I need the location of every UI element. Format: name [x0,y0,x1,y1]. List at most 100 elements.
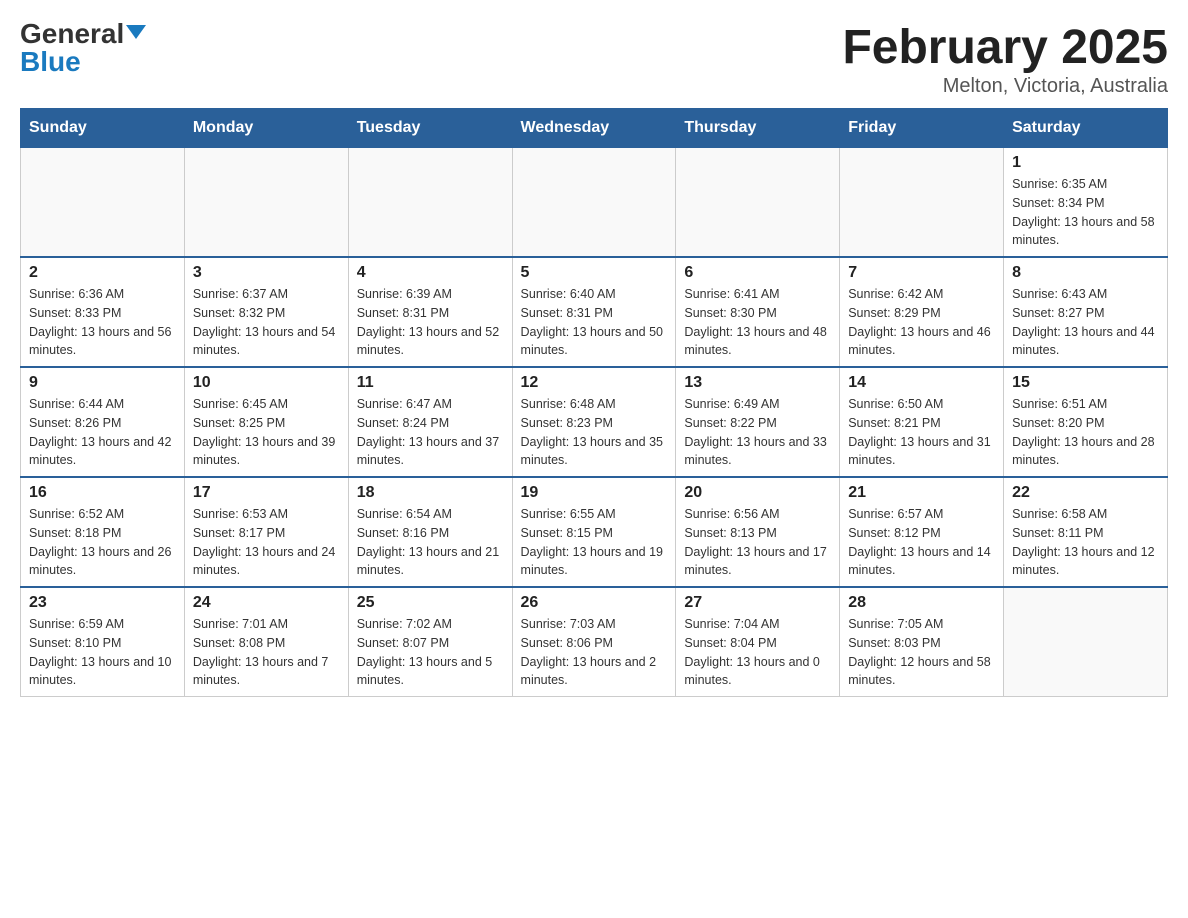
calendar-cell: 22 Sunrise: 6:58 AM Sunset: 8:11 PM Dayli… [1004,477,1168,587]
calendar-cell: 7 Sunrise: 6:42 AM Sunset: 8:29 PM Daylig… [840,257,1004,367]
day-number: 26 [521,594,668,612]
day-info: Sunrise: 6:49 AM Sunset: 8:22 PM Dayligh… [684,395,831,470]
day-number: 19 [521,484,668,502]
calendar-cell [840,148,1004,258]
day-number: 6 [684,264,831,282]
calendar-cell: 8 Sunrise: 6:43 AM Sunset: 8:27 PM Daylig… [1004,257,1168,367]
day-info: Sunrise: 6:52 AM Sunset: 8:18 PM Dayligh… [29,505,176,580]
calendar-cell: 9 Sunrise: 6:44 AM Sunset: 8:26 PM Daylig… [21,367,185,477]
day-info: Sunrise: 6:42 AM Sunset: 8:29 PM Dayligh… [848,285,995,360]
calendar-cell: 13 Sunrise: 6:49 AM Sunset: 8:22 PM Dayli… [676,367,840,477]
weekday-header-friday: Friday [840,109,1004,148]
day-info: Sunrise: 7:05 AM Sunset: 8:03 PM Dayligh… [848,615,995,690]
weekday-header-thursday: Thursday [676,109,840,148]
calendar-cell [512,148,676,258]
calendar-cell: 2 Sunrise: 6:36 AM Sunset: 8:33 PM Daylig… [21,257,185,367]
day-number: 12 [521,374,668,392]
day-info: Sunrise: 6:50 AM Sunset: 8:21 PM Dayligh… [848,395,995,470]
calendar-cell: 4Sunrise: 6:39 AM Sunset: 8:31 PM Daylig… [348,257,512,367]
calendar-cell: 26 Sunrise: 7:03 AM Sunset: 8:06 PM Dayli… [512,587,676,697]
calendar-cell: 19 Sunrise: 6:55 AM Sunset: 8:15 PM Dayli… [512,477,676,587]
day-info: Sunrise: 7:02 AM Sunset: 8:07 PM Dayligh… [357,615,504,690]
day-number: 18 [357,484,504,502]
day-number: 13 [684,374,831,392]
day-info: Sunrise: 6:35 AM Sunset: 8:34 PM Dayligh… [1012,175,1159,250]
logo-text: General [20,20,146,48]
day-number: 17 [193,484,340,502]
day-info: Sunrise: 6:40 AM Sunset: 8:31 PM Dayligh… [521,285,668,360]
day-number: 10 [193,374,340,392]
day-number: 22 [1012,484,1159,502]
day-number: 9 [29,374,176,392]
logo-general: General [20,18,124,49]
location: Melton, Victoria, Australia [842,75,1168,98]
calendar-cell: 15 Sunrise: 6:51 AM Sunset: 8:20 PM Dayli… [1004,367,1168,477]
day-info: Sunrise: 6:44 AM Sunset: 8:26 PM Dayligh… [29,395,176,470]
weekday-header-sunday: Sunday [21,109,185,148]
calendar-cell: 16 Sunrise: 6:52 AM Sunset: 8:18 PM Dayli… [21,477,185,587]
day-info: Sunrise: 6:43 AM Sunset: 8:27 PM Dayligh… [1012,285,1159,360]
day-number: 7 [848,264,995,282]
logo: General Blue [20,20,146,76]
day-info: Sunrise: 7:04 AM Sunset: 8:04 PM Dayligh… [684,615,831,690]
calendar-cell: 25 Sunrise: 7:02 AM Sunset: 8:07 PM Dayli… [348,587,512,697]
day-info: Sunrise: 6:53 AM Sunset: 8:17 PM Dayligh… [193,505,340,580]
weekday-header-monday: Monday [184,109,348,148]
calendar-cell [348,148,512,258]
weekday-header-wednesday: Wednesday [512,109,676,148]
week-row-4: 23Sunrise: 6:59 AM Sunset: 8:10 PM Dayli… [21,587,1168,697]
calendar-cell: 10 Sunrise: 6:45 AM Sunset: 8:25 PM Dayli… [184,367,348,477]
day-number: 8 [1012,264,1159,282]
day-info: Sunrise: 6:47 AM Sunset: 8:24 PM Dayligh… [357,395,504,470]
page-header: General Blue February 2025 Melton, Victo… [20,20,1168,98]
calendar-cell: 11 Sunrise: 6:47 AM Sunset: 8:24 PM Dayli… [348,367,512,477]
logo-triangle-icon [126,25,146,39]
calendar-cell: 28Sunrise: 7:05 AM Sunset: 8:03 PM Dayli… [840,587,1004,697]
calendar-table: SundayMondayTuesdayWednesdayThursdayFrid… [20,108,1168,697]
week-row-3: 16 Sunrise: 6:52 AM Sunset: 8:18 PM Dayli… [21,477,1168,587]
day-number: 16 [29,484,176,502]
day-number: 23 [29,594,176,612]
calendar-cell: 21Sunrise: 6:57 AM Sunset: 8:12 PM Dayli… [840,477,1004,587]
calendar-cell: 14 Sunrise: 6:50 AM Sunset: 8:21 PM Dayli… [840,367,1004,477]
day-number: 3 [193,264,340,282]
day-number: 25 [357,594,504,612]
calendar-cell [676,148,840,258]
day-info: Sunrise: 6:37 AM Sunset: 8:32 PM Dayligh… [193,285,340,360]
calendar-cell: 20 Sunrise: 6:56 AM Sunset: 8:13 PM Dayli… [676,477,840,587]
day-info: Sunrise: 6:36 AM Sunset: 8:33 PM Dayligh… [29,285,176,360]
month-title: February 2025 [842,20,1168,75]
day-number: 15 [1012,374,1159,392]
calendar-cell: 23Sunrise: 6:59 AM Sunset: 8:10 PM Dayli… [21,587,185,697]
day-info: Sunrise: 6:55 AM Sunset: 8:15 PM Dayligh… [521,505,668,580]
day-number: 14 [848,374,995,392]
day-info: Sunrise: 6:54 AM Sunset: 8:16 PM Dayligh… [357,505,504,580]
day-number: 1 [1012,154,1159,172]
calendar-cell: 24 Sunrise: 7:01 AM Sunset: 8:08 PM Dayli… [184,587,348,697]
day-number: 20 [684,484,831,502]
calendar-cell: 27Sunrise: 7:04 AM Sunset: 8:04 PM Dayli… [676,587,840,697]
calendar-cell: 3 Sunrise: 6:37 AM Sunset: 8:32 PM Daylig… [184,257,348,367]
calendar-cell [21,148,185,258]
day-number: 11 [357,374,504,392]
day-info: Sunrise: 6:45 AM Sunset: 8:25 PM Dayligh… [193,395,340,470]
calendar-cell: 17 Sunrise: 6:53 AM Sunset: 8:17 PM Dayli… [184,477,348,587]
calendar-cell: 1 Sunrise: 6:35 AM Sunset: 8:34 PM Daylig… [1004,148,1168,258]
weekday-header-tuesday: Tuesday [348,109,512,148]
week-row-1: 2 Sunrise: 6:36 AM Sunset: 8:33 PM Daylig… [21,257,1168,367]
calendar-cell: 5 Sunrise: 6:40 AM Sunset: 8:31 PM Daylig… [512,257,676,367]
day-info: Sunrise: 6:58 AM Sunset: 8:11 PM Dayligh… [1012,505,1159,580]
day-info: Sunrise: 7:03 AM Sunset: 8:06 PM Dayligh… [521,615,668,690]
day-info: Sunrise: 7:01 AM Sunset: 8:08 PM Dayligh… [193,615,340,690]
day-number: 5 [521,264,668,282]
day-number: 24 [193,594,340,612]
calendar-cell: 18 Sunrise: 6:54 AM Sunset: 8:16 PM Dayli… [348,477,512,587]
logo-blue-text: Blue [20,48,81,76]
calendar-cell [1004,587,1168,697]
day-info: Sunrise: 6:51 AM Sunset: 8:20 PM Dayligh… [1012,395,1159,470]
day-number: 2 [29,264,176,282]
week-row-2: 9 Sunrise: 6:44 AM Sunset: 8:26 PM Daylig… [21,367,1168,477]
day-info: Sunrise: 6:48 AM Sunset: 8:23 PM Dayligh… [521,395,668,470]
week-row-0: 1 Sunrise: 6:35 AM Sunset: 8:34 PM Daylig… [21,148,1168,258]
day-info: Sunrise: 6:56 AM Sunset: 8:13 PM Dayligh… [684,505,831,580]
